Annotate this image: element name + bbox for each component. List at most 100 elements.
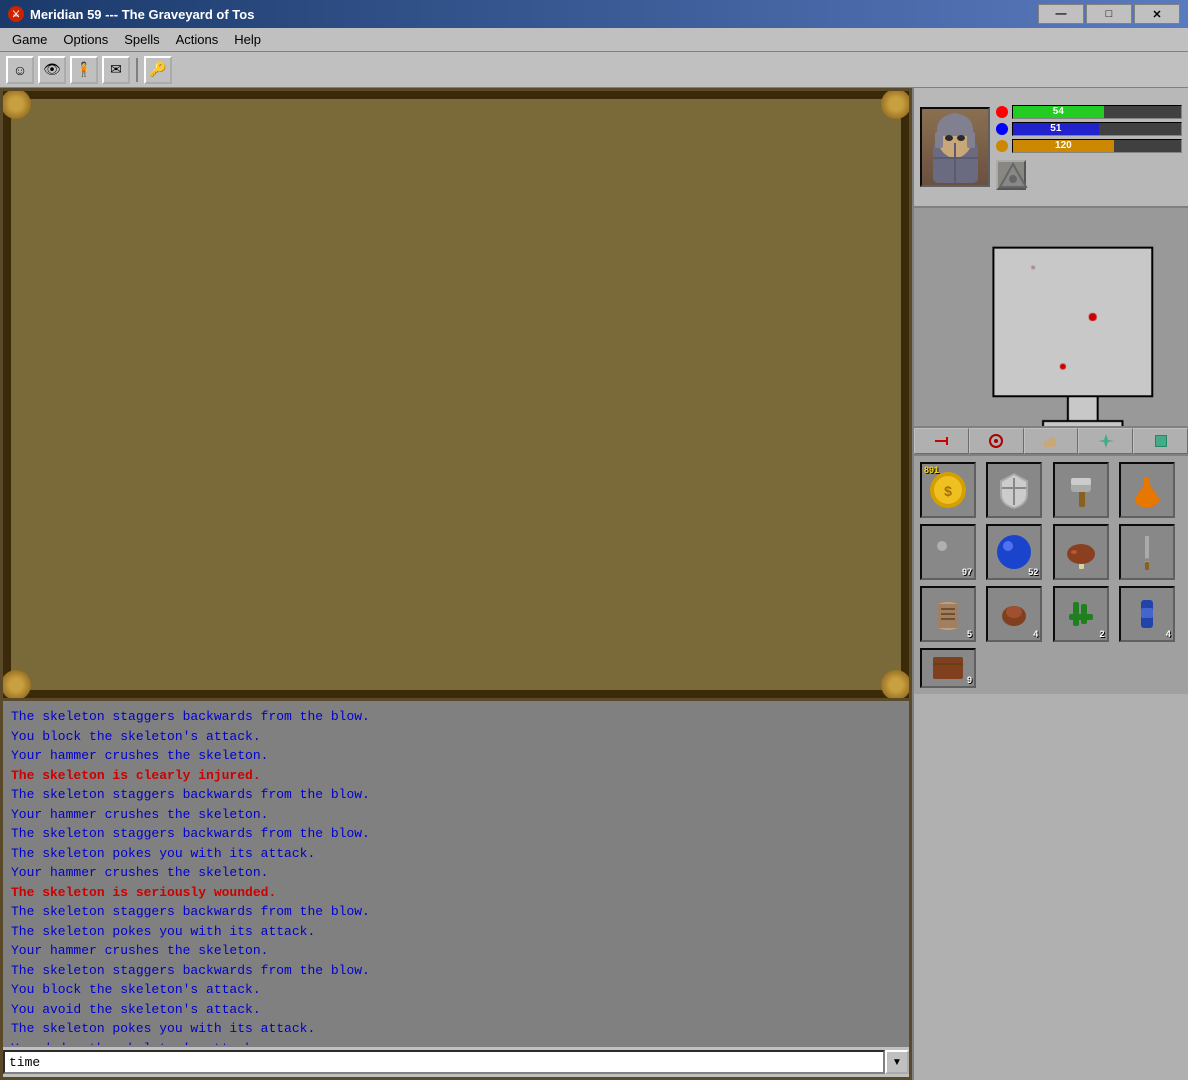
inv-slot-blue-orb[interactable]: 52: [986, 524, 1042, 580]
toolbar-player-button[interactable]: 🧍: [70, 56, 98, 84]
right-panel: 54 51: [912, 88, 1188, 1080]
star: [403, 121, 405, 123]
green-item-icon: [1061, 594, 1101, 634]
toolbar-look-button[interactable]: 👁: [38, 56, 66, 84]
character-portrait: [920, 107, 990, 187]
brown-count: 4: [1033, 629, 1038, 639]
shield-icon: [994, 470, 1034, 510]
inv-slot-grey-orb[interactable]: 97: [920, 524, 976, 580]
corner-decoration-br: [881, 670, 909, 700]
inv-slot-sword[interactable]: [1119, 524, 1175, 580]
command-input[interactable]: [3, 1050, 885, 1074]
hp-value: 54: [1053, 106, 1064, 117]
tab-target[interactable]: [969, 428, 1024, 454]
toolbar-key-button[interactable]: 🔑: [144, 56, 172, 84]
msg-13: Your hammer crushes the skeleton.: [11, 941, 901, 961]
svg-text:$: $: [944, 483, 952, 499]
gold-coin-icon: $: [928, 470, 968, 510]
tab-hand[interactable]: [1024, 428, 1079, 454]
blue-item-icon: [1127, 594, 1167, 634]
blue-count: 4: [1166, 629, 1171, 639]
menu-options[interactable]: Options: [55, 30, 116, 49]
msg-17: The skeleton pokes you with its attack.: [11, 1019, 901, 1039]
target-icon: [988, 433, 1004, 449]
msg-9: Your hammer crushes the skeleton.: [11, 863, 901, 883]
green-icon: [1155, 435, 1167, 447]
msg-15: You block the skeleton's attack.: [11, 980, 901, 1000]
vigor-bar-fill: 120: [1013, 140, 1114, 152]
corner-decoration-tr: [881, 91, 909, 119]
inv-slot-green[interactable]: 2: [1053, 586, 1109, 642]
inv-slot-brown[interactable]: 4: [986, 586, 1042, 642]
tab-green[interactable]: [1133, 428, 1188, 454]
message-log[interactable]: The skeleton staggers backwards from the…: [3, 701, 909, 1045]
minimap-canvas: [914, 208, 1188, 426]
sign-post: [799, 208, 854, 628]
blue-orb-count: 52: [1028, 567, 1038, 577]
game-view[interactable]: [3, 91, 909, 701]
brown-item-icon: [994, 594, 1034, 634]
menu-help[interactable]: Help: [226, 30, 269, 49]
attack-icon: [933, 433, 949, 449]
maximize-button[interactable]: □: [1086, 4, 1132, 24]
inv-slot-gold[interactable]: $ 891: [920, 462, 976, 518]
close-button[interactable]: ✕: [1134, 4, 1180, 24]
command-dropdown[interactable]: ▼: [885, 1050, 909, 1074]
character-panel: 54 51: [914, 88, 1188, 208]
scroll1-icon: [928, 594, 968, 634]
inv-slot-blue[interactable]: 4: [1119, 586, 1175, 642]
potion-icon: [1127, 470, 1167, 510]
msg-1: The skeleton staggers backwards from the…: [11, 707, 901, 727]
mana-icon: [996, 123, 1008, 135]
msg-5: The skeleton staggers backwards from the…: [11, 785, 901, 805]
portrait-svg: [923, 108, 988, 186]
hp-icon: [996, 106, 1008, 118]
toolbar-mail-button[interactable]: ✉: [102, 56, 130, 84]
sword-icon: [1127, 532, 1167, 572]
input-bar: ▼: [3, 1045, 909, 1077]
window-title: Meridian 59 --- The Graveyard of Tos: [30, 7, 254, 22]
left-panel: The skeleton staggers backwards from the…: [0, 88, 912, 1080]
inv-slot-shield[interactable]: [986, 462, 1042, 518]
inv-slot-extra1[interactable]: 9: [920, 648, 976, 688]
titlebar-buttons: — □ ✕: [1038, 4, 1180, 24]
vigor-container: 120: [996, 139, 1182, 153]
menu-game[interactable]: Game: [4, 30, 55, 49]
mana-value: 51: [1050, 123, 1061, 134]
star: [833, 126, 835, 128]
mana-bar-fill: 51: [1013, 123, 1099, 135]
grey-orb-count: 97: [962, 567, 972, 577]
main-layout: The skeleton staggers backwards from the…: [0, 88, 1188, 1080]
vigor-value: 120: [1055, 140, 1072, 151]
inv-slot-mushroom[interactable]: [1053, 524, 1109, 580]
msg-7: The skeleton staggers backwards from the…: [11, 824, 901, 844]
minimize-button[interactable]: —: [1038, 4, 1084, 24]
hp-container: 54: [996, 105, 1182, 119]
star: [253, 151, 256, 154]
hammer-icon: [1061, 470, 1101, 510]
inv-slot-scroll1[interactable]: 5: [920, 586, 976, 642]
green-count: 2: [1099, 629, 1104, 639]
tab-attack[interactable]: [914, 428, 969, 454]
emblem-svg: [998, 162, 1028, 192]
inv-slot-hammer[interactable]: [1053, 462, 1109, 518]
action-tabs: [914, 428, 1188, 456]
msg-12: The skeleton pokes you with its attack.: [11, 922, 901, 942]
tab-spells[interactable]: [1078, 428, 1133, 454]
toolbar-character-button[interactable]: ☺: [6, 56, 34, 84]
blue-orb-icon: [994, 532, 1034, 572]
menu-actions[interactable]: Actions: [168, 30, 227, 49]
inv-slot-potion[interactable]: [1119, 462, 1175, 518]
minimap: [914, 208, 1188, 428]
inventory-extra: 9: [914, 648, 1188, 694]
mana-bar: 51: [1012, 122, 1182, 136]
msg-6: Your hammer crushes the skeleton.: [11, 805, 901, 825]
hp-bar-fill: 54: [1013, 106, 1104, 118]
star: [103, 131, 105, 133]
menubar: Game Options Spells Actions Help: [0, 28, 1188, 52]
titlebar-left: ⚔ Meridian 59 --- The Graveyard of Tos: [8, 6, 254, 22]
msg-11: The skeleton staggers backwards from the…: [11, 902, 901, 922]
msg-8: The skeleton pokes you with its attack.: [11, 844, 901, 864]
star: [653, 161, 655, 163]
menu-spells[interactable]: Spells: [116, 30, 167, 49]
